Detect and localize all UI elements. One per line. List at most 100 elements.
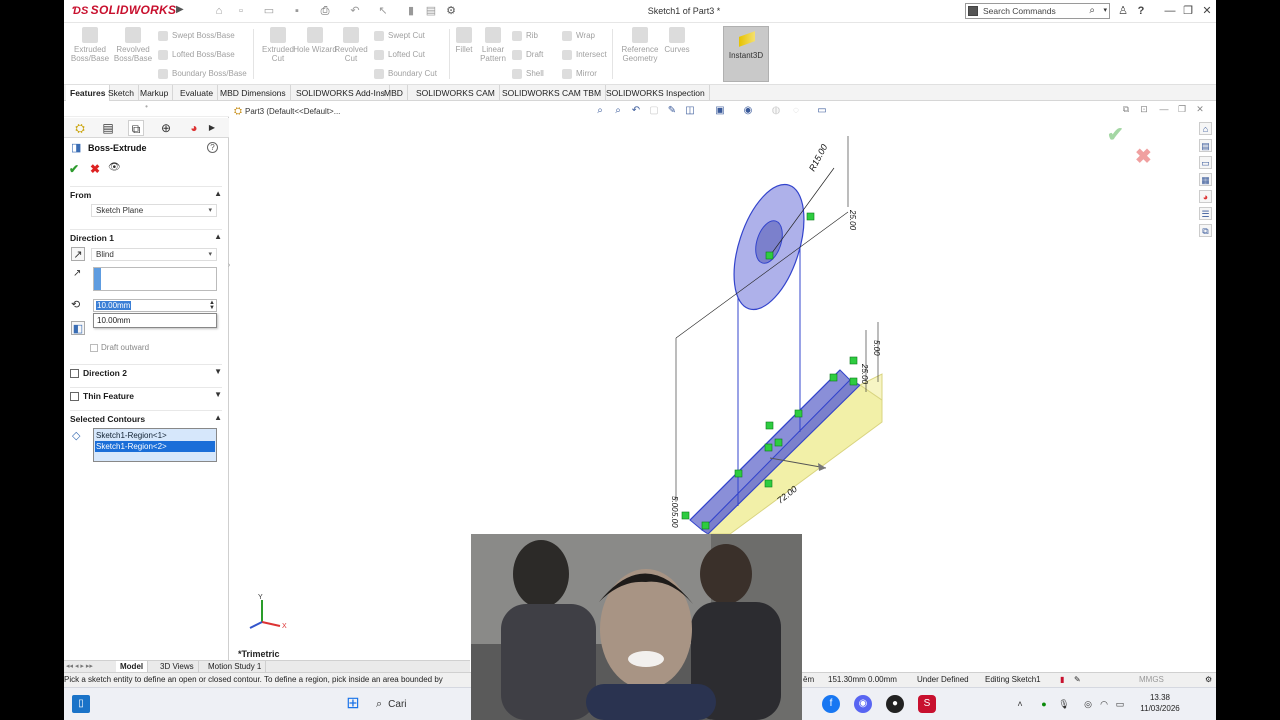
feature-manager-icon[interactable]: ⛭ (72, 120, 88, 136)
sketch-edge[interactable] (707, 384, 861, 535)
microphone-icon[interactable]: 🎙 (1058, 698, 1070, 710)
revolved-boss-button[interactable]: Revolved Boss/Base (110, 27, 156, 63)
boundary-cut-button[interactable]: Boundary Cut (374, 65, 437, 82)
restore-icon[interactable]: ❐ (1181, 4, 1195, 18)
handle[interactable] (701, 521, 710, 530)
tab-solidworks-inspection[interactable]: SOLIDWORKS Inspection (602, 85, 710, 101)
more-tabs-icon[interactable]: ▶ (204, 120, 220, 136)
selected-contours-group-header[interactable]: Selected Contours ▲ (70, 410, 222, 424)
help-icon[interactable]: ? (207, 142, 218, 153)
system-clock[interactable]: 13.38 11/03/2026 (1134, 692, 1186, 714)
swept-cut-button[interactable]: Swept Cut (374, 27, 425, 44)
property-manager-icon[interactable]: ▤ (100, 120, 116, 136)
select-icon[interactable]: ↖ (376, 4, 390, 18)
lofted-cut-button[interactable]: Lofted Cut (374, 46, 425, 63)
close-icon[interactable]: ✕ (1200, 4, 1214, 18)
facebook-icon[interactable]: f (822, 695, 840, 713)
list-item[interactable]: Sketch1-Region<2> (95, 441, 215, 452)
instant3d-button[interactable]: Instant3D (723, 26, 769, 82)
tab-mbd[interactable]: MBD (380, 85, 408, 101)
handle[interactable] (829, 373, 838, 382)
panel-drag-handle[interactable]: • (64, 102, 229, 117)
solidworks-logo[interactable]: ƊS SOLIDWORKS (72, 3, 176, 17)
handle[interactable] (681, 511, 690, 520)
from-group-header[interactable]: From ▲ (70, 186, 222, 200)
extruded-boss-button[interactable]: Extruded Boss/Base (67, 27, 113, 63)
rebuild-icon[interactable]: ▮ (404, 4, 418, 18)
discord-icon[interactable]: ◉ (854, 695, 872, 713)
tab-mbd-dimensions[interactable]: MBD Dimensions (216, 85, 291, 101)
from-select[interactable]: Sketch Plane ▾ (91, 204, 217, 217)
dimension-label[interactable]: 5.00 (670, 496, 679, 512)
wrap-button[interactable]: Wrap (562, 27, 595, 44)
depth-suggestion-dropdown[interactable]: 10.00mm (93, 313, 217, 328)
end-condition-select[interactable]: Blind ▾ (91, 248, 217, 261)
dimension-label[interactable]: 5.00 (670, 512, 679, 528)
ok-check-icon[interactable]: ✔ (69, 162, 79, 176)
tab-solidworks-cam[interactable]: SOLIDWORKS CAM (412, 85, 500, 101)
handle[interactable] (734, 469, 743, 478)
handle[interactable] (849, 356, 858, 365)
selected-contours-list[interactable]: Sketch1-Region<1> Sketch1-Region<2> (93, 428, 217, 462)
rib-button[interactable]: Rib (512, 27, 538, 44)
handle[interactable] (849, 377, 858, 386)
configuration-manager-icon[interactable]: ⧉ (128, 120, 144, 136)
revolved-cut-button[interactable]: Revolved Cut (328, 27, 374, 63)
swept-boss-button[interactable]: Swept Boss/Base (158, 27, 235, 44)
tab-markup[interactable]: Markup (136, 85, 174, 101)
depth-input[interactable]: 10.00mm ▲ ▼ (93, 299, 217, 312)
direction2-group-header[interactable]: Direction 2 ▼ (70, 364, 222, 379)
help-icon[interactable]: ? (1134, 4, 1148, 18)
dimension-label[interactable]: 25.00 (848, 209, 857, 231)
open-icon[interactable]: ▭ (262, 4, 276, 18)
mirror-button[interactable]: Mirror (562, 65, 597, 82)
tray-overflow-icon[interactable]: ˄ (1014, 698, 1026, 710)
rebuild-status-icon[interactable]: ▮ (1060, 673, 1064, 687)
boundary-boss-button[interactable]: Boundary Boss/Base (158, 65, 247, 82)
dimension-label[interactable]: 25.00 (860, 363, 869, 385)
draft-on-off-icon[interactable]: ◧ (71, 321, 85, 335)
intersect-button[interactable]: Intersect (562, 46, 607, 63)
customize-icon[interactable]: ⚙ (1205, 673, 1212, 687)
save-icon[interactable]: ▪ (290, 4, 304, 18)
tab-solidworks-cam-tbm[interactable]: SOLIDWORKS CAM TBM (498, 85, 607, 101)
widgets-icon[interactable]: ▯ (72, 695, 90, 713)
language-icon[interactable]: ◎ (1082, 698, 1094, 710)
tab-sketch[interactable]: Sketch (104, 85, 139, 101)
spinner-icon[interactable]: ▲ ▼ (209, 300, 215, 311)
taskbar-search[interactable]: ⌕ Cari (376, 693, 476, 715)
solidworks-taskbar-icon[interactable]: S (918, 695, 936, 713)
handle[interactable] (765, 251, 774, 260)
tab-evaluate[interactable]: Evaluate (176, 85, 219, 101)
tools-icon[interactable]: ✎ (1074, 673, 1081, 687)
bar-side-face[interactable] (706, 384, 883, 535)
new-document-icon[interactable]: ▫ (234, 4, 248, 18)
chevron-down-icon[interactable]: ▾ (1103, 4, 1107, 18)
undo-icon[interactable]: ↶ (348, 4, 362, 18)
search-icon[interactable]: ⌕ (1089, 4, 1095, 18)
handle[interactable] (774, 438, 783, 447)
thin-feature-checkbox[interactable] (70, 392, 79, 402)
cancel-x-icon[interactable]: ✖ (90, 162, 100, 176)
dimension-label[interactable]: 5.00 (872, 340, 881, 356)
direction1-group-header[interactable]: Direction 1 ▲ (70, 229, 222, 243)
handle[interactable] (806, 212, 815, 221)
user-icon[interactable]: ♙ (1116, 4, 1130, 18)
list-item[interactable]: Sketch1-Region<1> (95, 430, 215, 441)
file-properties-icon[interactable]: ▤ (424, 4, 438, 18)
options-gear-icon[interactable]: ⚙ (444, 4, 458, 18)
direction2-checkbox[interactable] (70, 369, 79, 379)
curves-button[interactable]: Curves (654, 27, 700, 54)
radius-dimension[interactable]: R15.00 (807, 143, 829, 173)
linear-pattern-button[interactable]: Linear Pattern (470, 27, 516, 63)
handle[interactable] (764, 443, 773, 452)
draft-button[interactable]: Draft (512, 46, 543, 63)
unit-system[interactable]: MMGS (1139, 673, 1164, 687)
thin-feature-group-header[interactable]: Thin Feature ▼ (70, 387, 222, 402)
github-icon[interactable]: ● (886, 695, 904, 713)
handle[interactable] (765, 421, 774, 430)
bar-region-2[interactable] (701, 379, 861, 535)
print-icon[interactable]: ⎙ (318, 4, 332, 18)
handle[interactable] (764, 479, 773, 488)
direction-of-extrusion-field[interactable] (93, 267, 217, 291)
